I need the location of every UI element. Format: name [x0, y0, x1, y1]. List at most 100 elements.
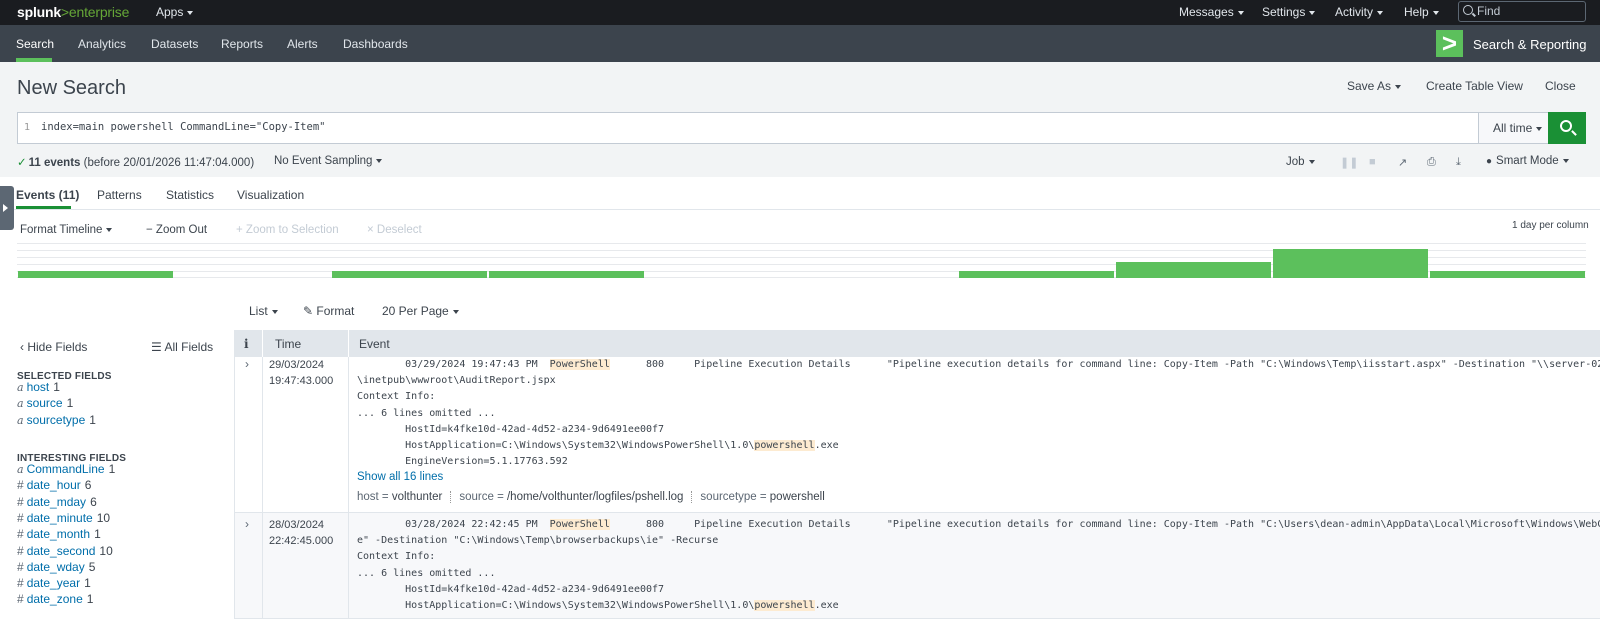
event-text: 800 Pipeline Execution Details "Pipeline… — [609, 359, 1600, 370]
export-icon[interactable]: ⤓ — [1456, 156, 1461, 169]
highlighted-term[interactable]: PowerShell — [549, 519, 610, 530]
job-label: Job — [1286, 156, 1305, 168]
event-raw-text[interactable]: 03/29/2024 19:47:43 PM PowerShell 800 Pi… — [357, 357, 1600, 470]
nav-datasets[interactable]: Datasets — [151, 37, 198, 51]
chevron-down-icon — [1377, 10, 1384, 15]
search-mode-menu[interactable]: ● Smart Mode — [1486, 155, 1569, 167]
active-tab-indicator — [16, 206, 71, 209]
field-item[interactable]: # date_second 10 — [17, 544, 113, 558]
search-bar[interactable]: 1 index=main powershell CommandLine="Cop… — [17, 112, 1586, 144]
nav-search[interactable]: Search — [16, 37, 54, 51]
event-timestamp: 19:47:43.000 — [269, 375, 334, 387]
brand-name: splunk — [17, 4, 61, 20]
highlighted-term[interactable]: powershell — [754, 600, 815, 612]
event-text: ... 6 lines omitted ... — [357, 407, 496, 419]
table-row[interactable]: › 29/03/2024 19:47:43.000 03/29/2024 19:4… — [235, 357, 1600, 513]
field-value[interactable]: /home/volthunter/logfiles/pshell.log — [507, 491, 683, 503]
apps-menu[interactable]: Apps — [156, 5, 194, 19]
field-key: source = — [459, 491, 507, 504]
help-menu[interactable]: Help — [1404, 5, 1439, 19]
event-timeline[interactable] — [17, 243, 1586, 278]
info-column-header[interactable]: i — [244, 337, 249, 351]
field-value[interactable]: powershell — [770, 491, 825, 503]
format-button[interactable]: ✎ Format — [303, 304, 354, 318]
tab-statistics[interactable]: Statistics — [166, 188, 214, 202]
deselect-button[interactable]: × Deselect — [367, 224, 422, 236]
list-view-menu[interactable]: List — [249, 304, 278, 318]
timeline-bar[interactable] — [959, 271, 1115, 278]
timeline-bar[interactable] — [1116, 262, 1272, 278]
timeline-bar[interactable] — [488, 271, 644, 278]
event-time: 29/03/2024 19:47:43.000 — [269, 357, 333, 389]
field-item[interactable]: a sourcetype 1 — [17, 413, 96, 427]
all-fields-button[interactable]: ☰ All Fields — [151, 340, 213, 354]
nav-reports[interactable]: Reports — [221, 37, 263, 51]
highlighted-term[interactable]: powershell — [754, 440, 815, 452]
table-row[interactable]: › 28/03/2024 22:42:45.000 03/28/2024 22:4… — [235, 513, 1600, 619]
time-column-header[interactable]: Time — [275, 337, 301, 351]
field-name: date_mday — [26, 494, 87, 509]
print-icon[interactable]: ⎙ — [1427, 156, 1436, 169]
timeline-bar[interactable] — [1430, 271, 1585, 278]
job-menu[interactable]: Job — [1286, 156, 1315, 168]
field-item[interactable]: a CommandLine 1 — [17, 462, 115, 476]
event-sampling-menu[interactable]: No Event Sampling — [274, 155, 383, 167]
field-item[interactable]: # date_year 1 — [17, 576, 91, 590]
field-count: 1 — [94, 527, 101, 542]
find-input[interactable]: Find — [1458, 1, 1586, 22]
zoom-out-button[interactable]: − Zoom Out — [146, 224, 207, 236]
highlighted-term[interactable]: PowerShell — [549, 359, 610, 370]
app-logo-icon[interactable]: > — [1436, 30, 1463, 57]
expand-chevron-icon[interactable]: › — [245, 517, 249, 531]
settings-menu[interactable]: Settings — [1262, 5, 1316, 19]
field-item[interactable]: # date_wday 5 — [17, 560, 95, 574]
field-item[interactable]: # date_mday 6 — [17, 495, 97, 509]
field-item[interactable]: # date_month 1 — [17, 527, 101, 541]
event-raw-text[interactable]: 03/28/2024 22:42:45 PM PowerShell 800 Pi… — [357, 517, 1600, 614]
tab-events[interactable]: Events (11) — [16, 188, 79, 202]
event-text: HostApplication=C:\Windows\System32\Wind… — [357, 440, 755, 452]
event-text: .exe — [814, 600, 839, 612]
nav-analytics[interactable]: Analytics — [78, 37, 126, 51]
field-item[interactable]: a host 1 — [17, 380, 60, 394]
sidebar-toggle-handle[interactable] — [0, 186, 14, 230]
timeline-bar[interactable] — [1273, 249, 1429, 278]
search-mode-label: Smart Mode — [1496, 155, 1559, 167]
activity-menu[interactable]: Activity — [1335, 5, 1384, 19]
job-status: ✓ 11 events (before 20/01/2026 11:47:04.0… — [17, 155, 254, 169]
hide-fields-button[interactable]: ‹ Hide Fields — [20, 340, 87, 354]
timeline-bar[interactable] — [331, 271, 487, 278]
event-column-header[interactable]: Event — [359, 337, 390, 351]
field-value[interactable]: volthunter — [392, 491, 443, 503]
field-item[interactable]: # date_minute 10 — [17, 511, 110, 525]
close-button[interactable]: Close — [1545, 79, 1576, 93]
event-time: 28/03/2024 22:42:45.000 — [269, 517, 333, 549]
splunk-logo[interactable]: splunk>enterprise — [17, 4, 129, 20]
timeline-bar[interactable] — [18, 271, 173, 278]
search-query-input[interactable]: index=main powershell CommandLine="Copy-… — [41, 121, 325, 133]
per-page-menu[interactable]: 20 Per Page — [382, 304, 459, 318]
field-item[interactable]: a source 1 — [17, 396, 73, 410]
field-item[interactable]: # date_hour 6 — [17, 478, 91, 492]
pause-icon[interactable]: ❚❚ — [1340, 156, 1358, 169]
format-timeline-menu[interactable]: Format Timeline — [20, 224, 113, 236]
stop-icon[interactable]: ■ — [1369, 156, 1376, 168]
nav-dashboards[interactable]: Dashboards — [343, 37, 408, 51]
nav-alerts[interactable]: Alerts — [287, 37, 318, 51]
search-submit-button[interactable] — [1548, 112, 1586, 144]
share-icon[interactable]: ↗ — [1398, 156, 1407, 169]
app-title[interactable]: Search & Reporting — [1473, 37, 1586, 52]
tab-patterns[interactable]: Patterns — [97, 188, 142, 202]
show-all-lines-link[interactable]: Show all 16 lines — [357, 471, 443, 483]
save-as-button[interactable]: Save As — [1347, 79, 1402, 93]
tab-visualization[interactable]: Visualization — [237, 188, 304, 202]
field-type-icon: # — [17, 510, 24, 525]
expand-chevron-icon[interactable]: › — [245, 357, 249, 371]
top-bar: splunk>enterprise Apps Messages Settings… — [0, 0, 1600, 25]
create-table-view-button[interactable]: Create Table View — [1426, 79, 1523, 93]
zoom-to-selection-button[interactable]: + Zoom to Selection — [236, 224, 339, 236]
event-text: EngineVersion=5.1.17763.592 — [357, 456, 568, 468]
messages-menu[interactable]: Messages — [1179, 5, 1244, 19]
field-count: 1 — [66, 396, 74, 411]
field-item[interactable]: # date_zone 1 — [17, 592, 93, 606]
